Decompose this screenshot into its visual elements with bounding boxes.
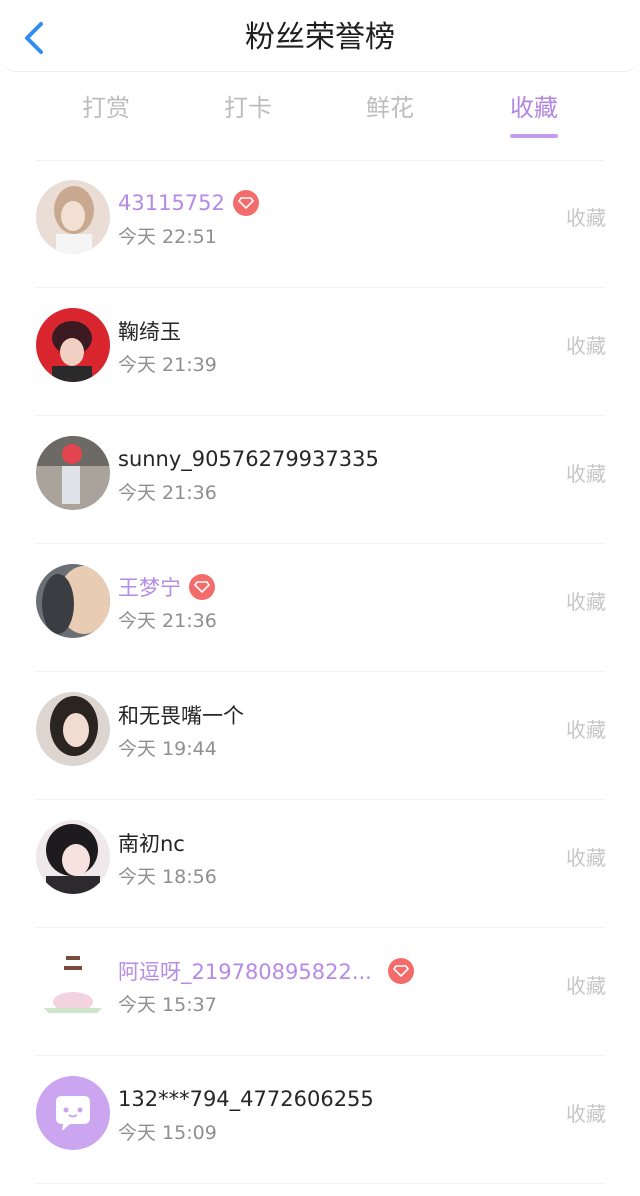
action-label: 收藏 [566, 590, 606, 614]
fan-list: 43115752 今天 22:51 收藏 鞠绮玉 今天 21:39 收藏 sun… [0, 160, 640, 1184]
avatar [36, 1076, 110, 1150]
diamond-icon [189, 574, 215, 600]
timestamp: 今天 15:09 [118, 1122, 217, 1144]
avatar [36, 948, 110, 1022]
timestamp: 今天 21:36 [118, 482, 217, 504]
diamond-icon [387, 958, 414, 984]
tab-bar: 打赏 打卡 鲜花 收藏 [0, 86, 640, 146]
action-label: 收藏 [566, 206, 606, 230]
list-item[interactable]: 王梦宁 今天 21:36 收藏 [0, 544, 640, 672]
tab-favorites[interactable]: 收藏 [474, 86, 594, 130]
avatar [36, 564, 110, 638]
action-label: 收藏 [566, 718, 606, 742]
tab-checkin[interactable]: 打卡 [188, 86, 308, 130]
tab-tip[interactable]: 打赏 [46, 86, 166, 130]
action-label: 收藏 [566, 846, 606, 870]
avatar [36, 436, 110, 510]
timestamp: 今天 21:36 [118, 610, 217, 632]
user-name: 43115752 [118, 191, 225, 215]
list-item[interactable]: sunny_90576279937335 今天 21:36 收藏 [0, 416, 640, 544]
user-name: 和无畏嘴一个 [118, 704, 244, 728]
list-item[interactable]: 鞠绮玉 今天 21:39 收藏 [0, 288, 640, 416]
action-label: 收藏 [566, 462, 606, 486]
list-item[interactable]: 43115752 今天 22:51 收藏 [0, 160, 640, 288]
user-name: sunny_90576279937335 [118, 447, 379, 471]
action-label: 收藏 [566, 334, 606, 358]
timestamp: 今天 19:44 [118, 738, 217, 760]
action-label: 收藏 [566, 1102, 606, 1126]
list-item[interactable]: 132***794_4772606255 今天 15:09 收藏 [0, 1056, 640, 1184]
list-item[interactable]: 南初nc 今天 18:56 收藏 [0, 800, 640, 928]
user-name: 南初nc [118, 832, 185, 856]
list-item[interactable]: 和无畏嘴一个 今天 19:44 收藏 [0, 672, 640, 800]
tab-flowers[interactable]: 鲜花 [330, 86, 450, 130]
timestamp: 今天 22:51 [118, 226, 217, 248]
avatar [36, 308, 110, 382]
avatar [36, 692, 110, 766]
user-name: 王梦宁 [118, 576, 181, 600]
top-bar: 粉丝荣誉榜 [0, 0, 640, 72]
active-tab-indicator [510, 134, 558, 138]
user-name: 132***794_4772606255 [118, 1087, 374, 1111]
timestamp: 今天 21:39 [118, 354, 217, 376]
list-item[interactable]: 阿逗呀_219780895822... 今天 15:37 收藏 [0, 928, 640, 1056]
diamond-icon [232, 190, 259, 216]
timestamp: 今天 15:37 [118, 994, 217, 1016]
page-title: 粉丝荣誉榜 [245, 20, 395, 55]
action-label: 收藏 [566, 974, 606, 998]
avatar [36, 820, 110, 894]
avatar [36, 180, 110, 254]
timestamp: 今天 18:56 [118, 866, 217, 888]
user-name: 阿逗呀_219780895822... [118, 960, 372, 984]
user-name: 鞠绮玉 [118, 320, 181, 344]
